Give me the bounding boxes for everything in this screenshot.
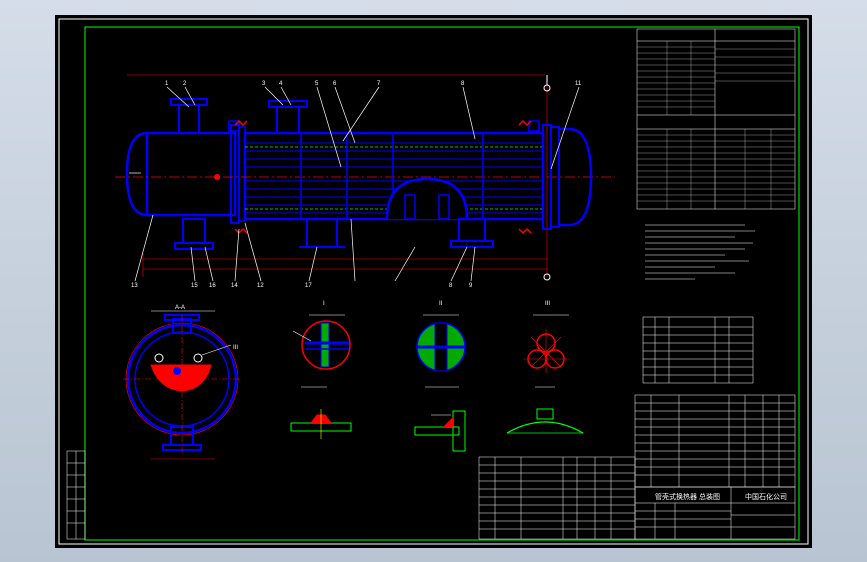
- callout-III: III: [233, 345, 238, 351]
- drawing-sheet: 1 2 3 4 5 6 7 8 11 13 15 16 14 12 17 8 9…: [55, 15, 812, 548]
- end-view-section: A-A III: [123, 305, 241, 460]
- left-saddle-support: [299, 218, 345, 248]
- detail-III: III: [523, 301, 569, 373]
- balloon-12: 12: [257, 283, 264, 289]
- end-view-label: A-A: [175, 305, 185, 311]
- balloon-15: 15: [191, 283, 198, 289]
- detail-II-label: II: [439, 301, 443, 307]
- balloon-14: 14: [231, 283, 238, 289]
- balloon-11: 11: [575, 81, 582, 87]
- detail-III-label: III: [545, 301, 550, 307]
- balloon-1: 1: [165, 81, 169, 87]
- main-elevation-view: [115, 74, 615, 281]
- balloon-17: 17: [305, 283, 312, 289]
- bill-of-materials-lower: [478, 456, 636, 540]
- outlet-dome: [385, 177, 469, 220]
- weld-detail-1: [290, 386, 352, 439]
- bill-of-materials: [634, 394, 796, 488]
- balloon-b8: 8: [449, 283, 453, 289]
- detail-I-label: I: [323, 301, 325, 307]
- balloon-2: 2: [183, 81, 187, 87]
- balloon-3: 3: [262, 81, 266, 87]
- shell-inlet-nozzle: [268, 100, 308, 134]
- balloon-7: 7: [377, 81, 381, 87]
- company-name: 中国石化公司: [745, 492, 787, 501]
- channel-top-nozzle: [170, 98, 208, 134]
- technical-notes: [645, 224, 755, 280]
- left-head: [125, 131, 148, 217]
- impingement-plate: [150, 364, 212, 392]
- channel-box: [145, 131, 237, 217]
- design-data-table: [636, 28, 796, 210]
- balloon-4: 4: [279, 81, 283, 87]
- weld-detail-2: [414, 386, 466, 452]
- balloon-b9: 9: [469, 283, 473, 289]
- cad-viewport: 1 2 3 4 5 6 7 8 11 13 15 16 14 12 17 8 9…: [0, 0, 867, 562]
- channel-bottom-nozzle: [174, 218, 214, 250]
- title-block-name: 管壳式换热器 总装图: [655, 492, 720, 501]
- detail-II: II: [416, 301, 466, 372]
- balloon-16: 16: [209, 283, 216, 289]
- balloon-13: 13: [131, 283, 138, 289]
- revision-column: [66, 450, 86, 540]
- balloon-6: 6: [333, 81, 337, 87]
- detail-I: I: [292, 301, 351, 370]
- shell-outlet-nozzle: [450, 218, 494, 248]
- balloon-5: 5: [315, 81, 319, 87]
- drawing-canvas: 1 2 3 4 5 6 7 8 11 13 15 16 14 12 17 8 9…: [58, 18, 809, 545]
- balloon-8: 8: [461, 81, 465, 87]
- nozzle-table: [642, 316, 754, 384]
- sheet-border: [58, 18, 809, 545]
- weld-detail-3: [506, 386, 584, 434]
